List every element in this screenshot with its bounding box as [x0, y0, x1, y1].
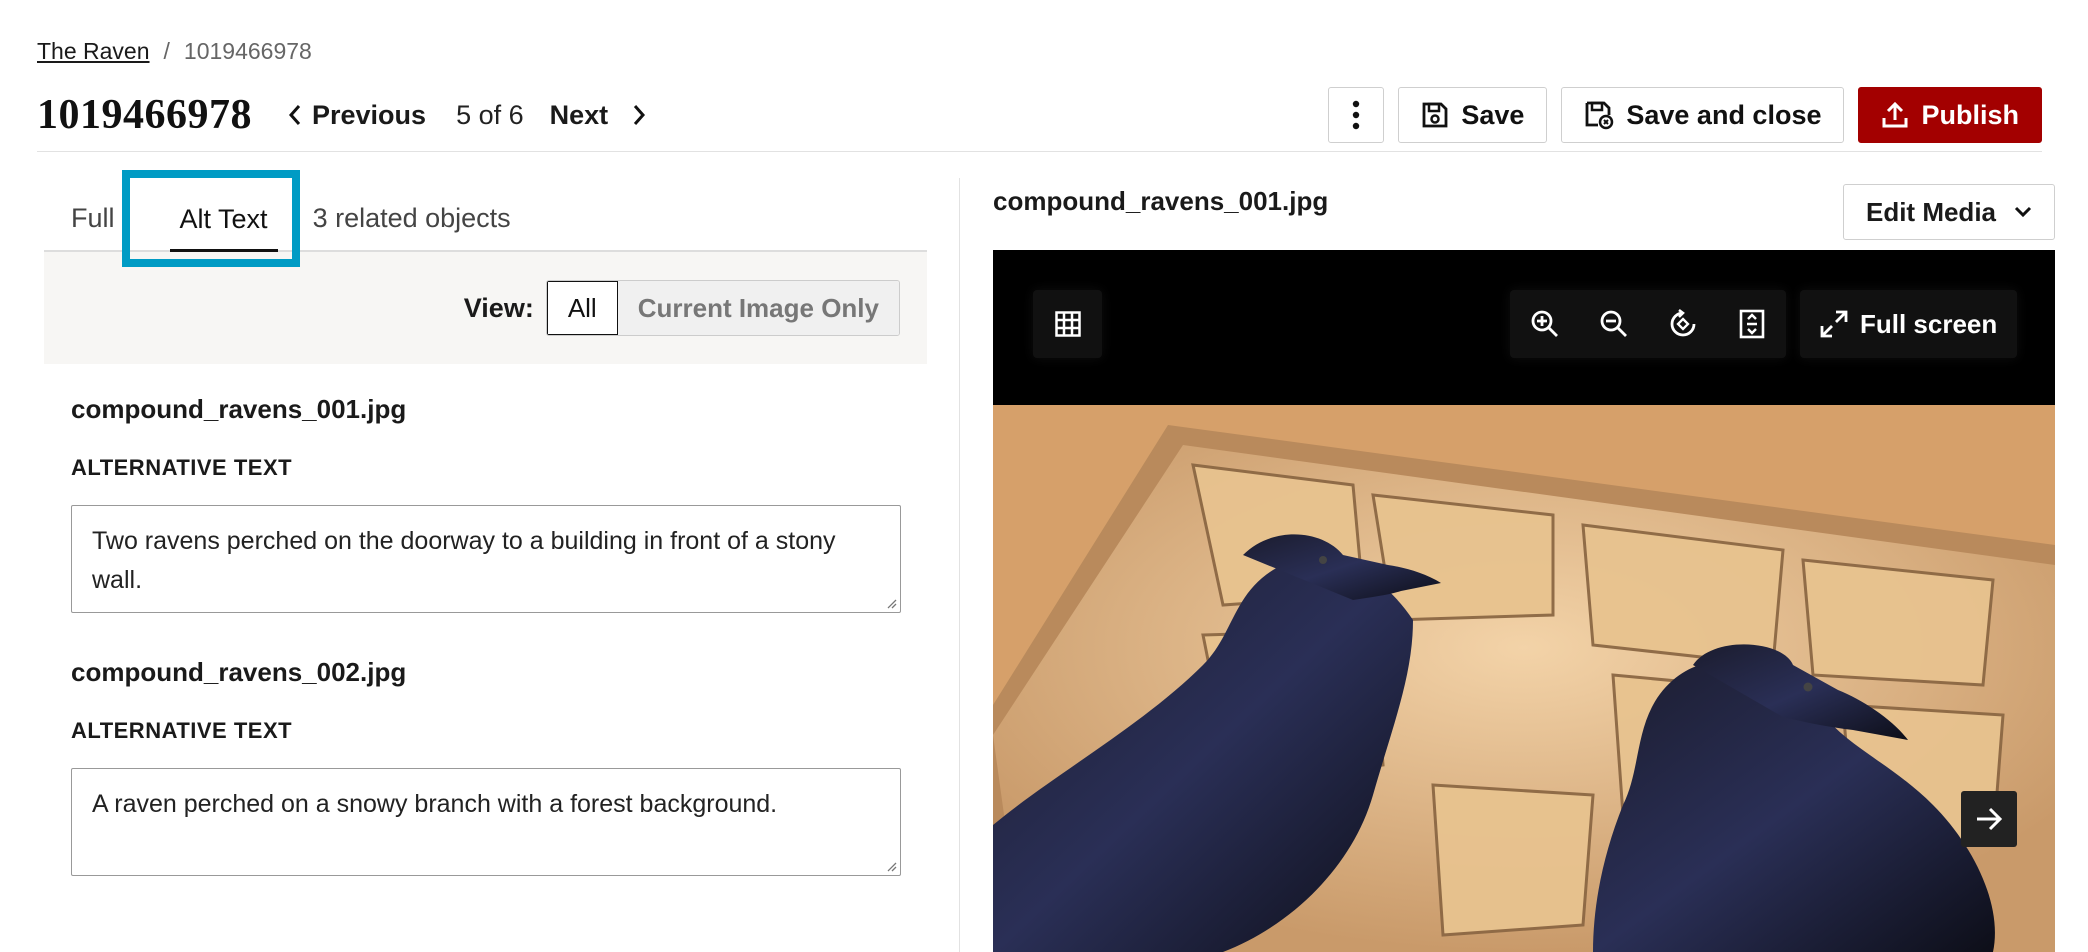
tab-related-objects[interactable]: 3 related objects — [313, 203, 511, 250]
chevron-right-icon[interactable] — [622, 98, 656, 132]
alt-item-field-label: ALTERNATIVE TEXT — [71, 718, 293, 743]
tab-full[interactable]: Full — [71, 203, 115, 250]
pane-divider — [959, 178, 960, 952]
grid-icon — [1054, 311, 1081, 337]
position-indicator: 5 of 6 — [456, 99, 524, 130]
alt-text-textarea[interactable]: A raven perched on a snowy branch with a… — [71, 768, 901, 876]
raven-photo-image — [993, 405, 2055, 952]
save-close-icon — [1585, 101, 1614, 130]
alt-text-textarea[interactable]: Two ravens perched on the doorway to a b… — [71, 505, 901, 613]
header-divider — [37, 151, 2042, 152]
alt-item-field-label: ALTERNATIVE TEXT — [71, 455, 293, 480]
title-bar: 1019466978 Previous 5 of 6 Next Save Sav… — [37, 86, 2042, 144]
expand-icon — [1820, 310, 1848, 338]
alt-item-filename: compound_ravens_002.jpg — [71, 657, 407, 687]
chevron-left-icon[interactable] — [278, 98, 312, 132]
edit-media-label: Edit Media — [1865, 196, 1996, 227]
rotate-icon — [1670, 309, 1695, 337]
resize-handle-icon[interactable] — [885, 597, 897, 609]
upload-icon — [1882, 101, 1908, 128]
raven-photo — [993, 405, 2055, 952]
zoom-in-button[interactable] — [1510, 290, 1579, 358]
alt-text-value: Two ravens perched on the doorway to a b… — [92, 527, 836, 594]
edit-media-button[interactable]: Edit Media — [1842, 184, 2055, 240]
fit-screen-icon — [1739, 309, 1764, 339]
view-label: View: — [463, 292, 534, 323]
save-and-close-button[interactable]: Save and close — [1561, 87, 1845, 143]
chevron-down-icon — [2014, 206, 2032, 218]
pager: Previous 5 of 6 Next — [278, 98, 656, 132]
save-label: Save — [1461, 99, 1525, 130]
more-options-button[interactable] — [1328, 87, 1385, 143]
save-button[interactable]: Save — [1398, 87, 1548, 143]
next-button[interactable]: Next — [550, 100, 609, 131]
page-title: 1019466978 — [37, 92, 252, 138]
fit-to-screen-button[interactable] — [1717, 290, 1786, 358]
breadcrumb-separator: / — [163, 38, 170, 64]
more-vertical-icon — [1353, 100, 1360, 130]
viewer-toolbar: Full screen — [993, 250, 2055, 405]
breadcrumb-current: 1019466978 — [183, 38, 312, 64]
save-icon — [1422, 102, 1448, 128]
rotate-button[interactable] — [1648, 290, 1717, 358]
tab-alt-text[interactable]: Alt Text — [169, 204, 278, 252]
zoom-out-button[interactable] — [1579, 290, 1648, 358]
alt-item-filename: compound_ravens_001.jpg — [71, 394, 407, 424]
zoom-controls — [1510, 290, 1786, 358]
alt-text-item: compound_ravens_001.jpg ALTERNATIVE TEXT… — [44, 394, 927, 613]
publish-button[interactable]: Publish — [1858, 87, 2042, 143]
alt-text-panel: Full Alt Text 3 related objects View: Al… — [44, 170, 927, 876]
gallery-button[interactable] — [1033, 290, 1102, 358]
breadcrumb: The Raven / 1019466978 — [37, 38, 312, 65]
save-and-close-label: Save and close — [1626, 99, 1822, 130]
full-screen-button[interactable]: Full screen — [1800, 290, 2018, 358]
publish-label: Publish — [1921, 99, 2019, 130]
zoom-out-icon — [1600, 310, 1627, 337]
view-current-image-option[interactable]: Current Image Only — [617, 281, 899, 335]
gallery-group — [1033, 290, 1102, 358]
alt-text-value: A raven perched on a snowy branch with a… — [92, 790, 778, 818]
view-toggle: All Current Image Only — [545, 280, 900, 336]
full-screen-label: Full screen — [1860, 308, 1998, 339]
media-panel: compound_ravens_001.jpg Edit Media Full … — [993, 170, 2055, 952]
resize-handle-icon[interactable] — [885, 860, 897, 872]
arrow-right-icon — [1977, 807, 2003, 831]
breadcrumb-parent-link[interactable]: The Raven — [37, 38, 150, 65]
view-filter-bar: View: All Current Image Only — [44, 252, 927, 364]
zoom-in-icon — [1531, 310, 1558, 337]
next-image-button[interactable] — [1961, 791, 2017, 847]
alt-text-item: compound_ravens_002.jpg ALTERNATIVE TEXT… — [44, 657, 927, 876]
view-all-option[interactable]: All — [546, 281, 618, 335]
image-viewer: Full screen — [993, 250, 2055, 952]
previous-button[interactable]: Previous — [312, 100, 426, 131]
header-actions: Save Save and close Publish — [1328, 87, 2042, 143]
tab-bar: Full Alt Text 3 related objects — [44, 170, 927, 267]
